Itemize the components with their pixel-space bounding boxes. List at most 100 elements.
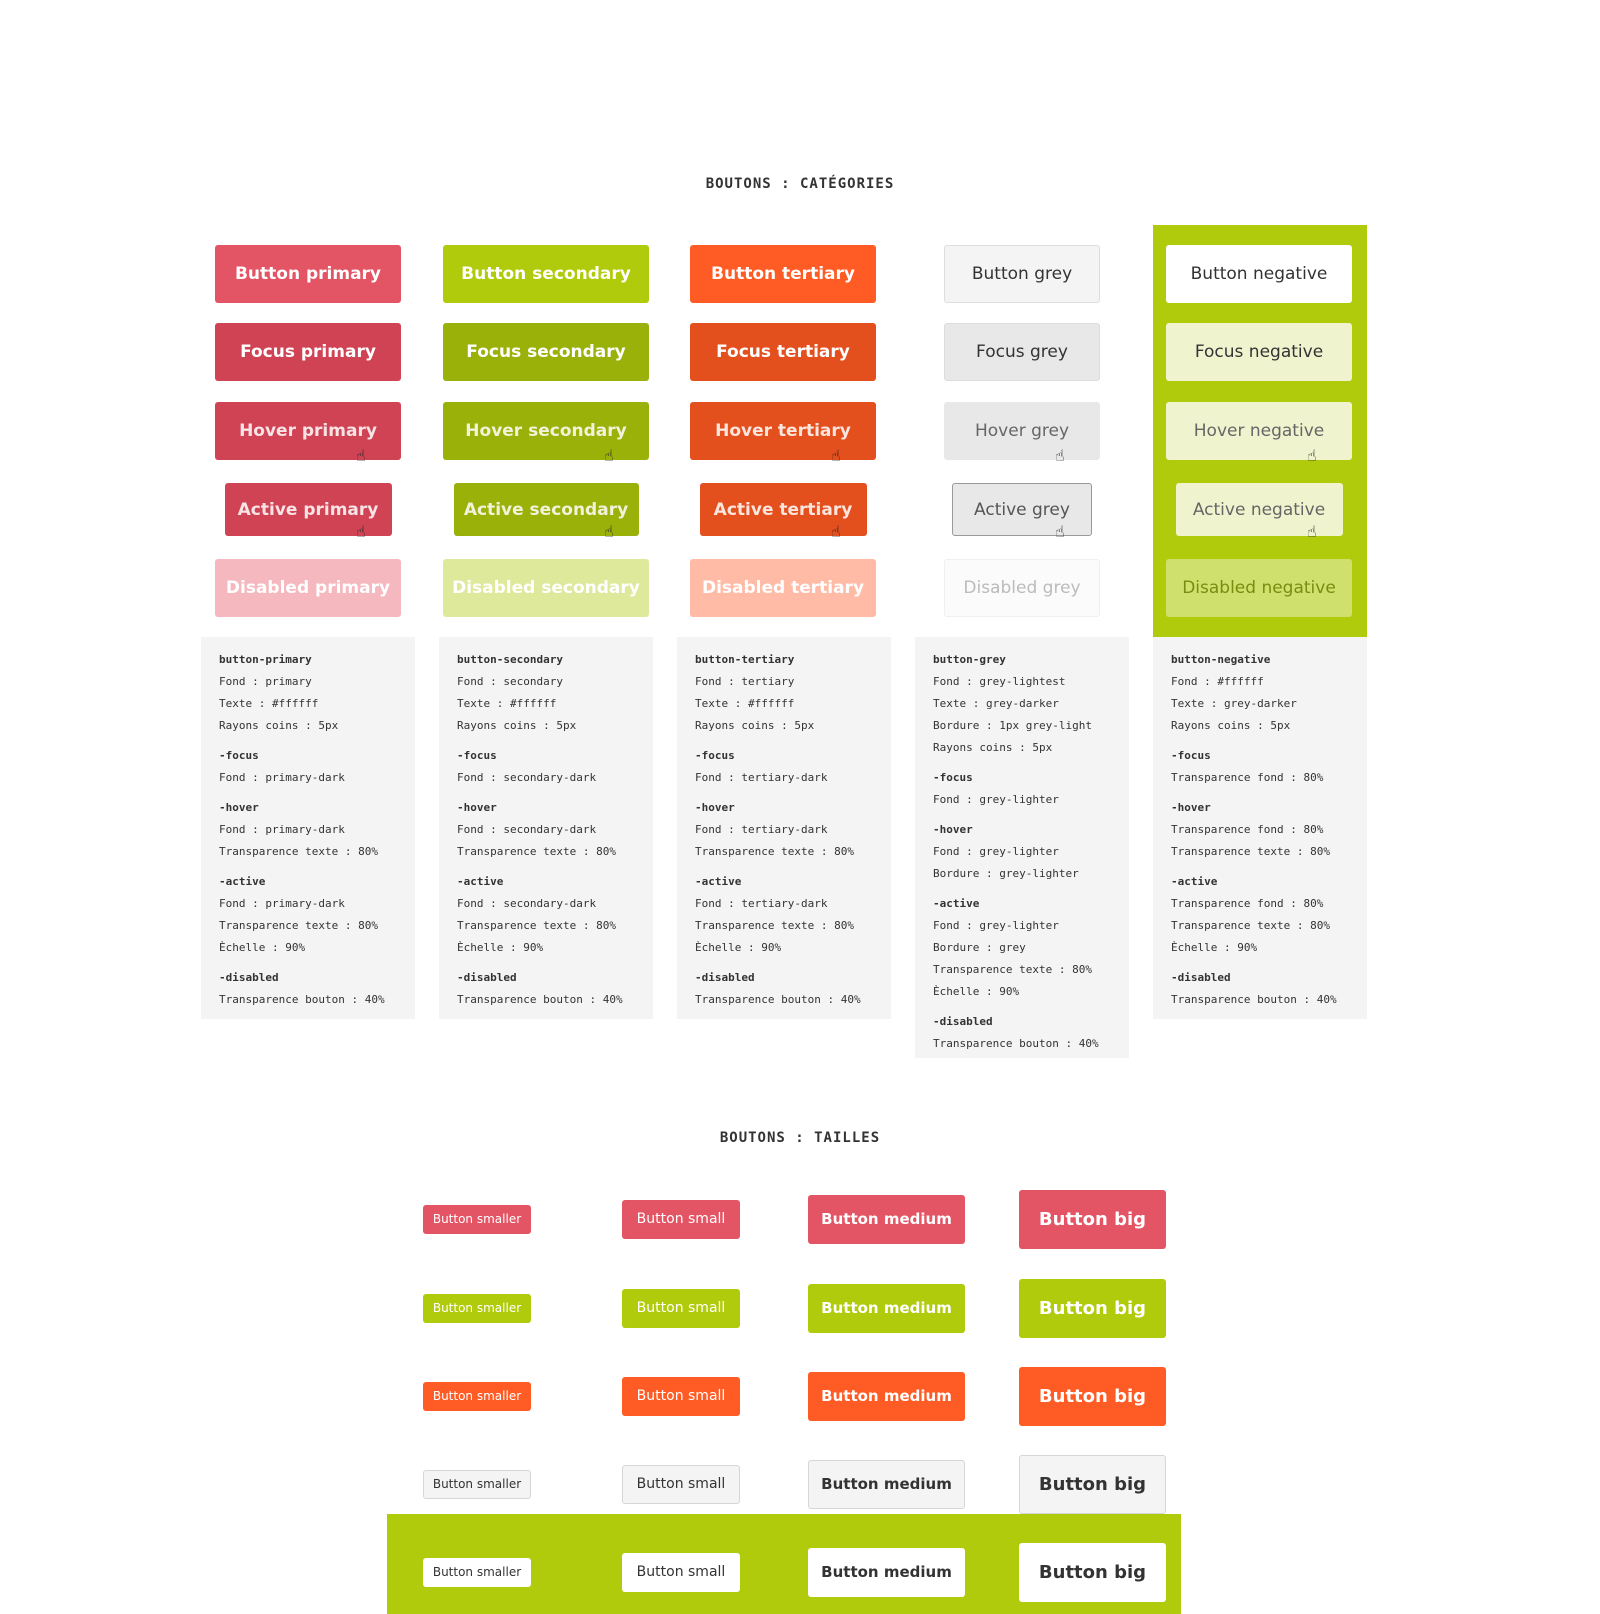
tertiary-button-small[interactable]: Button small [622,1376,740,1416]
grey-button-medium[interactable]: Button medium [808,1459,965,1509]
spec-line: Fond : grey-lighter [933,845,1059,858]
negative-button-smaller[interactable]: Button smaller [423,1557,531,1587]
secondary-focus-button[interactable]: Focus secondary [443,323,649,381]
tertiary-default-button[interactable]: Button tertiary [690,245,876,303]
grey-button-big[interactable]: Button big [1019,1454,1166,1514]
spec-line: Rayons coins : 5px [933,741,1053,754]
secondary-hover-button[interactable]: Hover secondary [443,402,649,460]
spec-line: Transparence texte : 80% [457,919,616,932]
spec-line: Transparence bouton : 40% [1171,993,1337,1006]
spec-line: Fond : secondary-dark [457,823,597,836]
spec-line: Fond : primary-dark [219,823,345,836]
spec-heading: -focus [695,749,735,762]
grey-hover-button[interactable]: Hover grey [944,402,1100,460]
spec-line: Texte : grey-darker [933,697,1059,710]
spec-heading: -active [219,875,266,888]
spec-line: Transparence texte : 80% [457,845,616,858]
spec-heading: -disabled [1171,971,1231,984]
primary-active-button[interactable]: Active primary [224,483,392,536]
spec-line: Fond : primary-dark [219,897,345,910]
primary-hover-button[interactable]: Hover primary [215,402,401,460]
tertiary-spec-box: button-tertiary Fond : tertiary Texte : #f… [677,637,891,1019]
negative-button-big[interactable]: Button big [1019,1542,1166,1602]
tertiary-button-big[interactable]: Button big [1019,1366,1166,1426]
spec-line: Transparence texte : 80% [695,845,854,858]
spec-line: Fond : primary-dark [219,771,345,784]
primary-button-small[interactable]: Button small [622,1199,740,1239]
primary-button-smaller[interactable]: Button smaller [423,1204,531,1234]
spec-line: Fond : #ffffff [1171,675,1264,688]
spec-line: Bordure : grey-lighter [933,867,1079,880]
spec-line: Transparence texte : 80% [1171,845,1330,858]
grey-default-button[interactable]: Button grey [944,245,1100,303]
tertiary-button-medium[interactable]: Button medium [808,1371,965,1421]
spec-line: Fond : tertiary [695,675,795,688]
grey-active-button[interactable]: Active grey [952,483,1092,536]
spec-heading: -focus [933,771,973,784]
spec-line: Èchelle : 90% [219,941,306,954]
secondary-default-button[interactable]: Button secondary [443,245,649,303]
spec-line: Rayons coins : 5px [695,719,815,732]
primary-button-medium[interactable]: Button medium [808,1194,965,1244]
spec-heading: -active [457,875,504,888]
section-title-sizes: BOUTONS : TAILLES [719,1130,881,1146]
spec-heading: -disabled [933,1015,993,1028]
negative-active-button[interactable]: Active negative [1175,483,1343,536]
primary-focus-button[interactable]: Focus primary [215,323,401,381]
primary-button-big[interactable]: Button big [1019,1189,1166,1249]
primary-default-button[interactable]: Button primary [215,245,401,303]
spec-line: Texte : #ffffff [457,697,557,710]
negative-focus-button[interactable]: Focus negative [1166,323,1352,381]
negative-disabled-button: Disabled negative [1166,559,1352,617]
primary-spec-box: button-primary Fond : primary Texte : #fff… [201,637,415,1019]
spec-line: Rayons coins : 5px [457,719,577,732]
negative-hover-button[interactable]: Hover negative [1166,402,1352,460]
secondary-button-smaller[interactable]: Button smaller [423,1293,531,1323]
spec-heading: -active [933,897,980,910]
spec-line: Transparence texte : 80% [219,919,378,932]
spec-line: Transparence fond : 80% [1171,771,1324,784]
tertiary-button-smaller[interactable]: Button smaller [423,1381,531,1411]
spec-heading: -hover [457,801,497,814]
secondary-button-medium[interactable]: Button medium [808,1283,965,1333]
tertiary-hover-button[interactable]: Hover tertiary [690,402,876,460]
spec-line: Fond : secondary-dark [457,771,597,784]
spec-line: Bordure : 1px grey-light [933,719,1092,732]
spec-heading: button-primary [219,653,312,666]
spec-heading: button-secondary [457,653,563,666]
spec-heading: -disabled [219,971,279,984]
spec-heading: -hover [219,801,259,814]
grey-button-small[interactable]: Button small [622,1464,740,1504]
primary-disabled-button: Disabled primary [215,559,401,617]
spec-line: Fond : tertiary-dark [695,897,828,910]
grey-button-smaller[interactable]: Button smaller [423,1469,531,1499]
spec-line: Transparence bouton : 40% [457,993,623,1006]
negative-button-small[interactable]: Button small [622,1552,740,1592]
spec-heading: -disabled [457,971,517,984]
spec-heading: -hover [695,801,735,814]
spec-line: Transparence texte : 80% [219,845,378,858]
secondary-disabled-button: Disabled secondary [443,559,649,617]
spec-line: Fond : tertiary-dark [695,823,828,836]
secondary-button-big[interactable]: Button big [1019,1278,1166,1338]
spec-line: Èchelle : 90% [457,941,544,954]
spec-line: Rayons coins : 5px [1171,719,1291,732]
secondary-button-small[interactable]: Button small [622,1288,740,1328]
spec-line: Transparence bouton : 40% [933,1037,1099,1050]
tertiary-active-button[interactable]: Active tertiary [699,483,867,536]
spec-heading: -focus [457,749,497,762]
spec-line: Transparence fond : 80% [1171,823,1324,836]
tertiary-focus-button[interactable]: Focus tertiary [690,323,876,381]
grey-focus-button[interactable]: Focus grey [944,323,1100,381]
grey-spec-box: button-grey Fond : grey-lightest Texte : g… [915,637,1129,1058]
spec-line: Transparence bouton : 40% [695,993,861,1006]
negative-default-button[interactable]: Button negative [1166,245,1352,303]
spec-heading: -hover [1171,801,1211,814]
tertiary-disabled-button: Disabled tertiary [690,559,876,617]
spec-line: Rayons coins : 5px [219,719,339,732]
secondary-active-button[interactable]: Active secondary [453,483,639,536]
spec-heading: -hover [933,823,973,836]
section-title-categories: BOUTONS : CATÉGORIES [705,176,895,192]
spec-line: Fond : primary [219,675,312,688]
negative-button-medium[interactable]: Button medium [808,1547,965,1597]
